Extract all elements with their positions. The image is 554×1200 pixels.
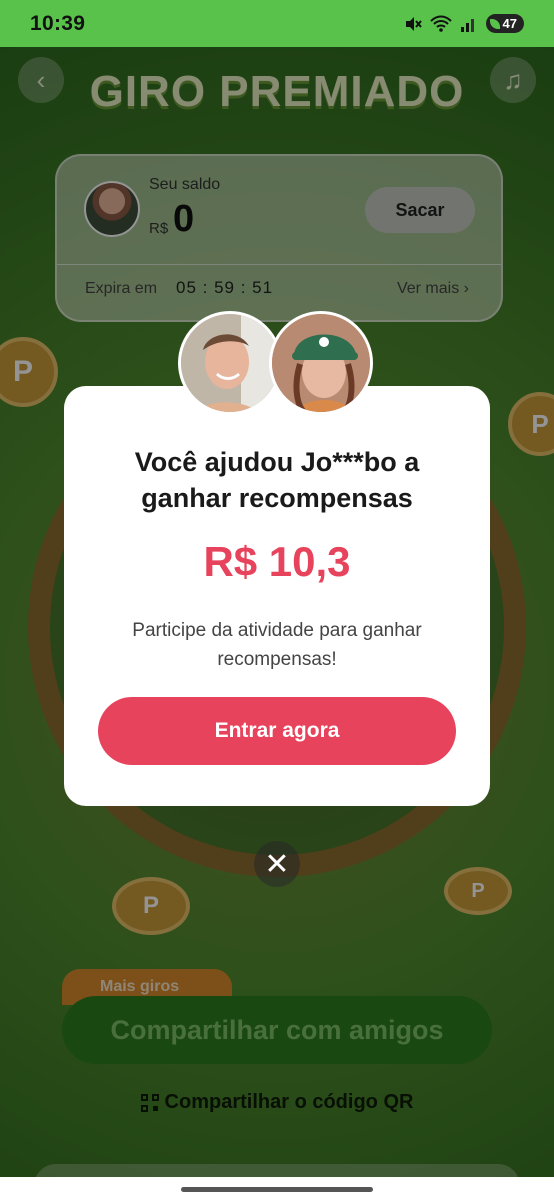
home-gesture-bar[interactable] <box>181 1187 373 1192</box>
modal-title: Você ajudou Jo***bo a ganhar recompensas <box>84 444 470 516</box>
reward-modal: Você ajudou Jo***bo a ganhar recompensas… <box>64 386 490 806</box>
status-time: 10:39 <box>30 11 86 35</box>
avatar <box>269 311 373 415</box>
screen: 10:39 47 ‹ GIRO PREMIADO ♫ Seu saldo R$ … <box>0 0 554 1200</box>
modal-description-line1: Participe da atividade para ganhar <box>132 620 422 641</box>
battery-indicator: 47 <box>485 14 524 33</box>
system-nav-bar <box>0 1177 554 1200</box>
signal-icon <box>460 18 474 32</box>
close-button[interactable]: ✕ <box>254 841 300 887</box>
wifi-icon <box>429 15 452 32</box>
battery-saver-icon <box>489 18 500 29</box>
modal-description-line2: recompensas! <box>217 649 337 670</box>
avatar <box>178 311 282 415</box>
modal-title-line1: Você ajudou Jo***bo a <box>134 447 420 477</box>
status-icons: 47 <box>404 14 524 33</box>
enter-now-button[interactable]: Entrar agora <box>98 697 456 765</box>
modal-description: Participe da atividade para ganhar recom… <box>104 616 450 674</box>
mute-icon <box>405 16 422 31</box>
modal-title-line2: ganhar recompensas <box>141 483 413 513</box>
battery-level: 47 <box>502 16 517 31</box>
reward-amount: R$ 10,3 <box>203 538 351 585</box>
close-icon: ✕ <box>264 847 290 881</box>
status-bar: 10:39 47 <box>0 0 554 47</box>
